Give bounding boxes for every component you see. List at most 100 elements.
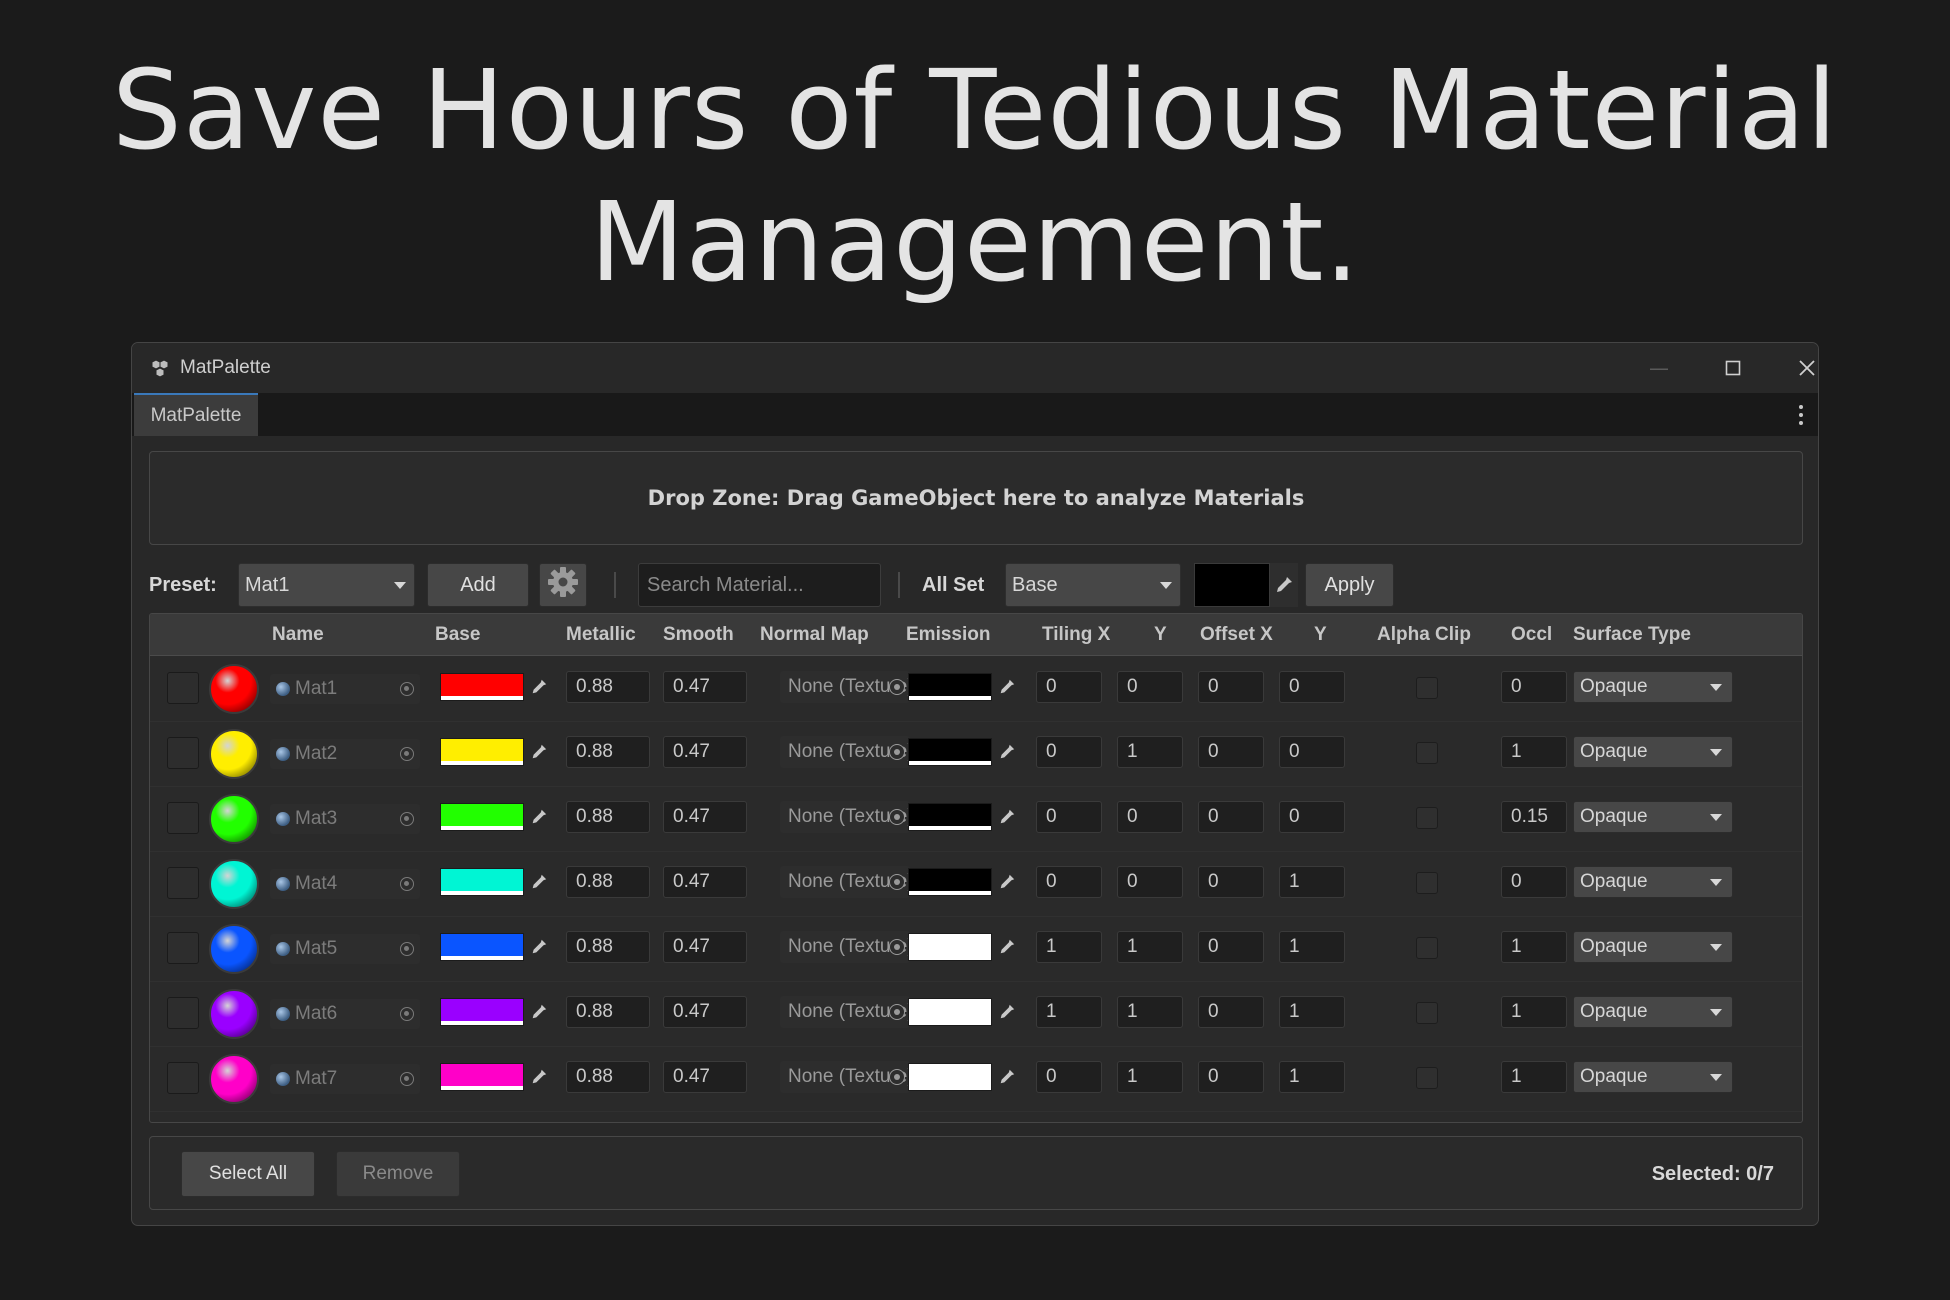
alpha-clip-checkbox[interactable] (1416, 742, 1438, 764)
surface-type-dropdown[interactable]: Opaque (1573, 866, 1733, 898)
alpha-clip-checkbox[interactable] (1416, 937, 1438, 959)
tiling-y-input[interactable]: 1 (1117, 1061, 1183, 1093)
object-picker-icon[interactable] (400, 1072, 414, 1086)
base-color-field[interactable] (440, 1063, 524, 1091)
apply-button[interactable]: Apply (1305, 563, 1394, 607)
offset-x-input[interactable]: 0 (1198, 736, 1264, 768)
emission-color-field[interactable] (908, 738, 992, 766)
material-object-field[interactable]: Mat1 (270, 674, 420, 704)
tiling-x-input[interactable]: 0 (1036, 866, 1102, 898)
tiling-x-input[interactable]: 0 (1036, 801, 1102, 833)
offset-x-input[interactable]: 0 (1198, 996, 1264, 1028)
tiling-x-input[interactable]: 0 (1036, 1061, 1102, 1093)
object-picker-icon[interactable] (889, 939, 905, 955)
alpha-clip-checkbox[interactable] (1416, 677, 1438, 699)
object-picker-icon[interactable] (400, 747, 414, 761)
base-color-field[interactable] (440, 738, 524, 766)
surface-type-dropdown[interactable]: Opaque (1573, 931, 1733, 963)
base-color-field[interactable] (440, 673, 524, 701)
all-set-color-field[interactable] (1194, 563, 1270, 607)
base-color-field[interactable] (440, 998, 524, 1026)
eyedropper-icon[interactable] (525, 803, 553, 831)
smoothness-input[interactable]: 0.47 (663, 866, 747, 898)
smoothness-input[interactable]: 0.47 (663, 801, 747, 833)
smoothness-input[interactable]: 0.47 (663, 736, 747, 768)
tiling-x-input[interactable]: 1 (1036, 996, 1102, 1028)
emission-color-field[interactable] (908, 933, 992, 961)
alpha-clip-checkbox[interactable] (1416, 807, 1438, 829)
tiling-y-input[interactable]: 0 (1117, 866, 1183, 898)
tiling-y-input[interactable]: 1 (1117, 736, 1183, 768)
normal-map-field[interactable]: None (Texture) (780, 1061, 910, 1093)
material-object-field[interactable]: Mat2 (270, 739, 420, 769)
row-select-checkbox[interactable] (167, 932, 199, 964)
object-picker-icon[interactable] (400, 1007, 414, 1021)
surface-type-dropdown[interactable]: Opaque (1573, 1061, 1733, 1093)
tiling-y-input[interactable]: 0 (1117, 671, 1183, 703)
eyedropper-icon[interactable] (525, 933, 553, 961)
material-object-field[interactable]: Mat3 (270, 804, 420, 834)
row-select-checkbox[interactable] (167, 1062, 199, 1094)
eyedropper-icon[interactable] (1270, 563, 1298, 607)
occlusion-input[interactable]: 1 (1501, 996, 1567, 1028)
minimize-icon[interactable]: — (1622, 343, 1696, 393)
material-object-field[interactable]: Mat7 (270, 1064, 420, 1094)
metallic-input[interactable]: 0.88 (566, 801, 650, 833)
object-picker-icon[interactable] (889, 744, 905, 760)
surface-type-dropdown[interactable]: Opaque (1573, 801, 1733, 833)
offset-x-input[interactable]: 0 (1198, 931, 1264, 963)
all-set-property-dropdown[interactable]: Base (1005, 563, 1181, 607)
offset-x-input[interactable]: 0 (1198, 801, 1264, 833)
normal-map-field[interactable]: None (Texture) (780, 736, 910, 768)
tab-matpalette[interactable]: MatPalette (134, 393, 258, 436)
alpha-clip-checkbox[interactable] (1416, 1067, 1438, 1089)
occlusion-input[interactable]: 1 (1501, 1061, 1567, 1093)
eyedropper-icon[interactable] (993, 933, 1021, 961)
object-picker-icon[interactable] (889, 874, 905, 890)
search-material-input[interactable]: Search Material... (638, 563, 881, 607)
offset-x-input[interactable]: 0 (1198, 866, 1264, 898)
eyedropper-icon[interactable] (993, 868, 1021, 896)
tiling-x-input[interactable]: 0 (1036, 671, 1102, 703)
normal-map-field[interactable]: None (Texture) (780, 671, 910, 703)
add-preset-button[interactable]: Add (427, 563, 529, 607)
alpha-clip-checkbox[interactable] (1416, 1002, 1438, 1024)
smoothness-input[interactable]: 0.47 (663, 931, 747, 963)
emission-color-field[interactable] (908, 803, 992, 831)
tiling-x-input[interactable]: 0 (1036, 736, 1102, 768)
offset-y-input[interactable]: 1 (1279, 931, 1345, 963)
maximize-icon[interactable] (1696, 343, 1770, 393)
metallic-input[interactable]: 0.88 (566, 671, 650, 703)
material-object-field[interactable]: Mat6 (270, 999, 420, 1029)
normal-map-field[interactable]: None (Texture) (780, 996, 910, 1028)
row-select-checkbox[interactable] (167, 867, 199, 899)
smoothness-input[interactable]: 0.47 (663, 1061, 747, 1093)
row-select-checkbox[interactable] (167, 737, 199, 769)
settings-button[interactable] (539, 563, 587, 607)
tiling-y-input[interactable]: 0 (1117, 801, 1183, 833)
normal-map-field[interactable]: None (Texture) (780, 866, 910, 898)
offset-y-input[interactable]: 1 (1279, 1061, 1345, 1093)
emission-color-field[interactable] (908, 673, 992, 701)
tiling-y-input[interactable]: 1 (1117, 996, 1183, 1028)
occlusion-input[interactable]: 1 (1501, 736, 1567, 768)
eyedropper-icon[interactable] (993, 738, 1021, 766)
object-picker-icon[interactable] (889, 809, 905, 825)
select-all-button[interactable]: Select All (181, 1151, 315, 1197)
base-color-field[interactable] (440, 933, 524, 961)
eyedropper-icon[interactable] (525, 998, 553, 1026)
object-picker-icon[interactable] (889, 1004, 905, 1020)
surface-type-dropdown[interactable]: Opaque (1573, 736, 1733, 768)
base-color-field[interactable] (440, 803, 524, 831)
occlusion-input[interactable]: 0 (1501, 866, 1567, 898)
emission-color-field[interactable] (908, 868, 992, 896)
material-object-field[interactable]: Mat4 (270, 869, 420, 899)
eyedropper-icon[interactable] (993, 803, 1021, 831)
material-object-field[interactable]: Mat5 (270, 934, 420, 964)
occlusion-input[interactable]: 1 (1501, 931, 1567, 963)
close-icon[interactable] (1770, 343, 1818, 393)
eyedropper-icon[interactable] (993, 998, 1021, 1026)
eyedropper-icon[interactable] (525, 1063, 553, 1091)
normal-map-field[interactable]: None (Texture) (780, 931, 910, 963)
offset-y-input[interactable]: 1 (1279, 866, 1345, 898)
